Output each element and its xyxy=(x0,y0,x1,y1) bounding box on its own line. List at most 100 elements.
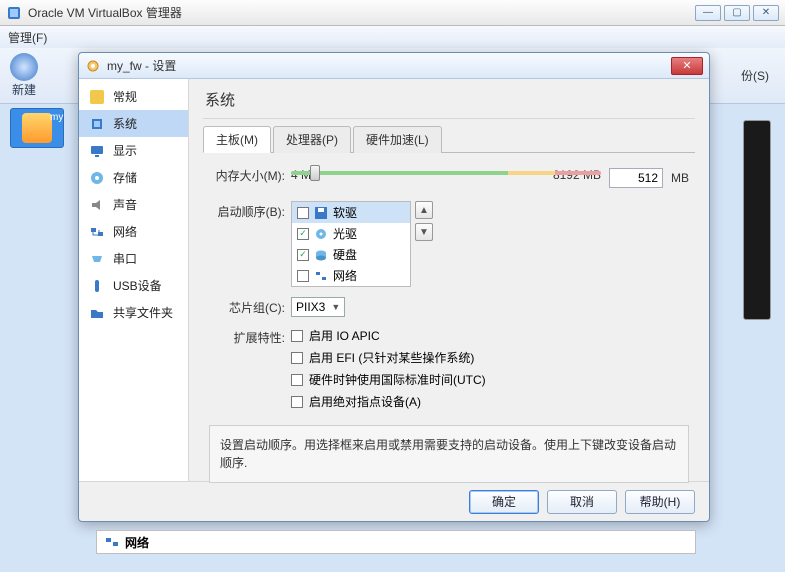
sidebar-item-display[interactable]: 显示 xyxy=(79,137,188,164)
boot-move-down-button[interactable]: ▼ xyxy=(415,223,433,241)
sidebar-label: 系统 xyxy=(113,115,137,132)
chevron-down-icon: ▼ xyxy=(331,302,340,312)
general-icon xyxy=(89,89,105,105)
boot-item-floppy[interactable]: 软驱 xyxy=(292,202,410,223)
sidebar-item-storage[interactable]: 存储 xyxy=(79,164,188,191)
checkbox-label: 启用 IO APIC xyxy=(309,327,380,344)
window-buttons: — ▢ ✕ xyxy=(695,5,779,21)
network-icon xyxy=(314,269,328,283)
optical-icon xyxy=(314,227,328,241)
checkbox[interactable] xyxy=(291,374,303,386)
boot-item-label: 光驱 xyxy=(333,225,357,242)
dialog-title: my_fw - 设置 xyxy=(107,57,671,74)
detail-network-label: 网络 xyxy=(125,534,149,551)
ext-io-apic[interactable]: 启用 IO APIC xyxy=(291,327,689,344)
boot-item-network[interactable]: 网络 xyxy=(292,265,410,286)
checkbox-label: 启用绝对指点设备(A) xyxy=(309,393,421,410)
vm-list: my xyxy=(10,108,72,159)
boot-order-list[interactable]: 软驱 ✓ 光驱 ✓ 硬盘 xyxy=(291,201,411,287)
serial-icon xyxy=(89,251,105,267)
boot-checkbox[interactable]: ✓ xyxy=(297,228,309,240)
memory-slider[interactable]: 4 MB 8192 MB xyxy=(291,165,601,191)
sidebar-item-serial[interactable]: 串口 xyxy=(79,245,188,272)
sidebar-label: USB设备 xyxy=(113,277,162,294)
sidebar-item-audio[interactable]: 声音 xyxy=(79,191,188,218)
main-menu: 管理(F) xyxy=(0,26,785,48)
cancel-button[interactable]: 取消 xyxy=(547,490,617,514)
chip-icon xyxy=(89,116,105,132)
folder-icon xyxy=(89,305,105,321)
network-icon xyxy=(105,535,119,549)
sidebar-label: 网络 xyxy=(113,223,137,240)
checkbox-label: 启用 EFI (只针对某些操作系统) xyxy=(309,349,474,366)
sidebar-label: 串口 xyxy=(113,250,137,267)
sidebar-label: 存储 xyxy=(113,169,137,186)
memory-unit: MB xyxy=(671,171,689,185)
checkbox-label: 硬件时钟使用国际标准时间(UTC) xyxy=(309,371,486,388)
chipset-label: 芯片组(C): xyxy=(209,297,291,316)
boot-checkbox[interactable]: ✓ xyxy=(297,249,309,261)
ok-button[interactable]: 确定 xyxy=(469,490,539,514)
dialog-titlebar: my_fw - 设置 ✕ xyxy=(79,53,709,79)
gear-icon xyxy=(10,53,38,81)
vm-preview xyxy=(743,120,771,320)
help-text: 设置启动顺序。用选择框来启用或禁用需要支持的启动设备。使用上下键改变设备启动顺序… xyxy=(209,425,689,483)
settings-tabs: 主板(M) 处理器(P) 硬件加速(L) xyxy=(203,125,695,153)
boot-item-label: 网络 xyxy=(333,267,357,284)
help-button[interactable]: 帮助(H) xyxy=(625,490,695,514)
sidebar-item-network[interactable]: 网络 xyxy=(79,218,188,245)
extended-label: 扩展特性: xyxy=(209,327,291,346)
boot-item-hdd[interactable]: ✓ 硬盘 xyxy=(292,244,410,265)
settings-sidebar: 常规 系统 显示 存储 声音 网络 xyxy=(79,79,189,481)
close-button[interactable]: ✕ xyxy=(753,5,779,21)
virtualbox-icon xyxy=(6,5,22,21)
ext-abs-point[interactable]: 启用绝对指点设备(A) xyxy=(291,393,689,410)
vm-icon xyxy=(22,113,52,143)
sidebar-item-usb[interactable]: USB设备 xyxy=(79,272,188,299)
disk-icon xyxy=(89,170,105,186)
monitor-icon xyxy=(89,143,105,159)
boot-item-optical[interactable]: ✓ 光驱 xyxy=(292,223,410,244)
maximize-button[interactable]: ▢ xyxy=(724,5,750,21)
main-titlebar: Oracle VM VirtualBox 管理器 — ▢ ✕ xyxy=(0,0,785,26)
boot-checkbox[interactable] xyxy=(297,207,309,219)
tab-acceleration[interactable]: 硬件加速(L) xyxy=(353,126,442,153)
memory-label: 内存大小(M): xyxy=(209,165,291,184)
network-icon xyxy=(89,224,105,240)
ext-efi[interactable]: 启用 EFI (只针对某些操作系统) xyxy=(291,349,689,366)
boot-checkbox[interactable] xyxy=(297,270,309,282)
chipset-value: PIIX3 xyxy=(296,300,325,314)
main-window-title: Oracle VM VirtualBox 管理器 xyxy=(28,4,695,21)
chipset-dropdown[interactable]: PIIX3 ▼ xyxy=(291,297,345,317)
boot-item-label: 软驱 xyxy=(333,204,357,221)
tab-motherboard[interactable]: 主板(M) xyxy=(203,126,271,153)
sidebar-item-shared[interactable]: 共享文件夹 xyxy=(79,299,188,326)
new-vm-button[interactable]: 新建 xyxy=(10,53,38,98)
checkbox[interactable] xyxy=(291,396,303,408)
checkbox[interactable] xyxy=(291,352,303,364)
memory-input[interactable] xyxy=(609,168,663,188)
tab-content-motherboard: 内存大小(M): 4 MB 8192 MB xyxy=(203,153,695,489)
sidebar-label: 声音 xyxy=(113,196,137,213)
sidebar-item-general[interactable]: 常规 xyxy=(79,83,188,110)
section-title: 系统 xyxy=(203,87,695,119)
minimize-button[interactable]: — xyxy=(695,5,721,21)
boot-item-label: 硬盘 xyxy=(333,246,357,263)
usb-icon xyxy=(89,278,105,294)
slider-thumb[interactable] xyxy=(310,165,320,181)
sidebar-label: 共享文件夹 xyxy=(113,304,173,321)
speaker-icon xyxy=(89,197,105,213)
detail-network-row[interactable]: 网络 xyxy=(96,530,696,554)
floppy-icon xyxy=(314,206,328,220)
ext-utc[interactable]: 硬件时钟使用国际标准时间(UTC) xyxy=(291,371,689,388)
menu-manage[interactable]: 管理(F) xyxy=(8,29,47,46)
tab-processor[interactable]: 处理器(P) xyxy=(273,126,351,153)
boot-move-up-button[interactable]: ▲ xyxy=(415,201,433,219)
sidebar-item-system[interactable]: 系统 xyxy=(79,110,188,137)
hdd-icon xyxy=(314,248,328,262)
settings-dialog: my_fw - 设置 ✕ 常规 系统 显示 存储 声音 xyxy=(78,52,710,522)
boot-label: 启动顺序(B): xyxy=(209,201,291,220)
checkbox[interactable] xyxy=(291,330,303,342)
snapshot-label: 份(S) xyxy=(741,67,769,84)
dialog-close-button[interactable]: ✕ xyxy=(671,57,703,75)
